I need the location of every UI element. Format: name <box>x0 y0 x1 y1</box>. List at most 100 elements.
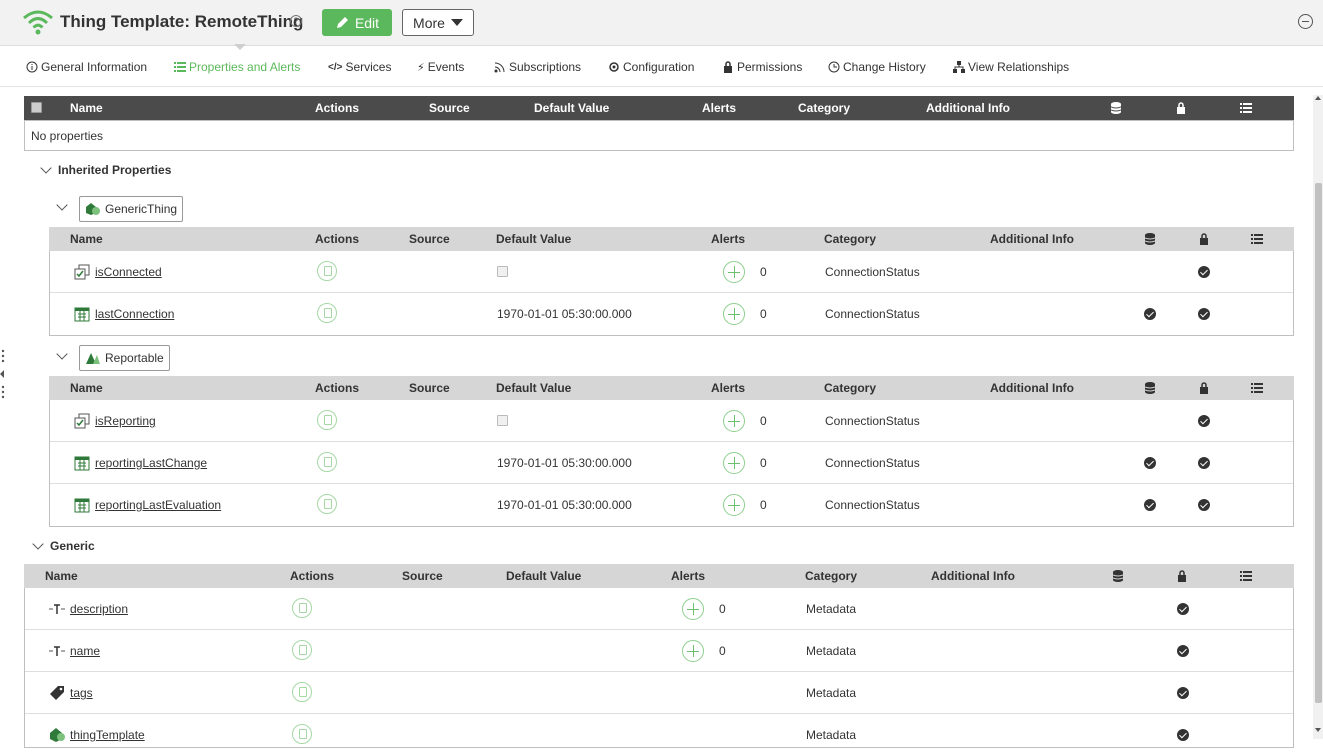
wifi-icon <box>23 10 53 35</box>
actions-icon[interactable] <box>292 682 312 702</box>
column-category[interactable]: Category <box>798 101 850 115</box>
property-link[interactable]: description <box>70 602 128 616</box>
add-alert-icon[interactable] <box>682 640 704 662</box>
property-link[interactable]: reportingLastEvaluation <box>95 498 221 512</box>
property-link[interactable]: name <box>70 644 100 658</box>
category-value: Metadata <box>806 728 857 742</box>
check-icon <box>1198 457 1210 469</box>
column-alerts: Alerts <box>702 101 737 115</box>
add-alert-icon[interactable] <box>723 303 745 325</box>
tab-general-information[interactable]: General Information <box>26 60 147 74</box>
clock-icon <box>828 61 840 73</box>
default-value-checkbox <box>497 415 508 426</box>
alert-count: 0 <box>760 414 767 428</box>
panel-collapse-handle[interactable] <box>0 348 6 400</box>
caret-down-icon <box>450 19 463 26</box>
table-row: description 0 Metadata <box>25 588 1293 630</box>
more-button-label: More <box>413 14 445 31</box>
tab-properties-and-alerts[interactable]: Properties and Alerts <box>174 60 300 74</box>
page-title: Thing Template: RemoteThing <box>60 12 304 31</box>
check-icon <box>1198 308 1210 320</box>
calendar-icon <box>74 498 90 513</box>
table-row: reportingLastChange 1970-01-01 05:30:00.… <box>50 442 1293 484</box>
list-icon <box>1251 383 1263 393</box>
boolean-icon <box>74 264 90 280</box>
list-icon <box>1251 234 1263 244</box>
check-icon <box>1177 729 1189 741</box>
table-row: name 0 Metadata <box>25 630 1293 672</box>
tab-view-relationships[interactable]: View Relationships <box>953 60 1069 74</box>
string-icon <box>49 604 65 614</box>
tab-services[interactable]: </> Services <box>328 60 391 74</box>
genericthing-table: isConnected 0 ConnectionStatus lastConne… <box>49 251 1294 336</box>
generic-section-toggle[interactable]: Generic <box>32 538 95 553</box>
database-icon <box>1113 570 1123 582</box>
group-genericthing-chip[interactable]: GenericThing <box>79 196 184 222</box>
tab-configuration[interactable]: Configuration <box>608 60 694 74</box>
more-button[interactable]: More <box>402 9 474 36</box>
check-icon <box>1177 645 1189 657</box>
chevron-down-icon[interactable] <box>56 348 68 360</box>
check-icon <box>1198 266 1210 278</box>
inherited-properties-toggle[interactable]: Inherited Properties <box>40 162 171 177</box>
category-value: Metadata <box>806 644 857 658</box>
property-link[interactable]: reportingLastChange <box>95 456 207 470</box>
add-alert-icon[interactable] <box>723 410 745 432</box>
property-link[interactable]: thingTemplate <box>70 728 145 742</box>
alert-count: 0 <box>760 456 767 470</box>
tab-subscriptions[interactable]: Subscriptions <box>494 60 581 74</box>
actions-icon[interactable] <box>317 452 337 472</box>
alert-count: 0 <box>760 265 767 279</box>
select-all-checkbox[interactable] <box>31 102 42 113</box>
actions-icon[interactable] <box>292 724 312 744</box>
table-row: reportingLastEvaluation 1970-01-01 05:30… <box>50 484 1293 526</box>
thingshape-icon <box>86 353 100 364</box>
actions-icon[interactable] <box>317 303 337 323</box>
actions-icon[interactable] <box>317 261 337 281</box>
chevron-down-icon[interactable] <box>56 199 68 211</box>
column-name[interactable]: Name <box>70 101 103 115</box>
inherited-table-header: Name Actions Source Default Value Alerts… <box>49 227 1294 251</box>
scroll-up-arrow-icon[interactable] <box>1315 96 1321 100</box>
actions-icon[interactable] <box>317 410 337 430</box>
actions-icon[interactable] <box>292 598 312 618</box>
add-alert-icon[interactable] <box>723 261 745 283</box>
inherited-table-header: Name Actions Source Default Value Alerts… <box>49 376 1294 400</box>
check-icon <box>1144 499 1156 511</box>
generic-section-title: Generic <box>50 539 95 553</box>
table-row: isConnected 0 ConnectionStatus <box>50 251 1293 293</box>
properties-table-body: No properties <box>24 120 1294 151</box>
actions-icon[interactable] <box>317 494 337 514</box>
property-link[interactable]: lastConnection <box>95 307 174 321</box>
list-icon <box>1240 103 1252 113</box>
hierarchy-icon <box>953 61 965 73</box>
category-value: ConnectionStatus <box>825 414 920 428</box>
add-alert-icon[interactable] <box>723 494 745 516</box>
help-icon[interactable]: ? <box>290 15 302 27</box>
property-link[interactable]: isConnected <box>95 265 162 279</box>
thingtemplate-icon <box>50 728 65 742</box>
property-link[interactable]: tags <box>70 686 93 700</box>
check-icon <box>1144 457 1156 469</box>
group-reportable-chip[interactable]: Reportable <box>79 345 170 371</box>
add-alert-icon[interactable] <box>682 598 704 620</box>
tab-events[interactable]: ⚡ Events <box>417 60 464 74</box>
alert-count: 0 <box>719 644 726 658</box>
scroll-down-arrow-icon[interactable] <box>1315 728 1321 732</box>
add-alert-icon[interactable] <box>723 452 745 474</box>
group-name: Reportable <box>105 351 164 365</box>
collapse-icon[interactable] <box>1298 14 1313 29</box>
alert-count: 0 <box>760 307 767 321</box>
edit-button[interactable]: Edit <box>322 9 392 36</box>
column-source[interactable]: Source <box>429 101 470 115</box>
calendar-icon <box>74 307 90 322</box>
column-default-value[interactable]: Default Value <box>534 101 609 115</box>
alert-count: 0 <box>760 498 767 512</box>
tab-permissions[interactable]: Permissions <box>722 60 802 74</box>
actions-icon[interactable] <box>292 640 312 660</box>
category-value: ConnectionStatus <box>825 456 920 470</box>
scrollbar-thumb[interactable] <box>1315 183 1322 703</box>
check-icon <box>1198 499 1210 511</box>
tab-change-history[interactable]: Change History <box>828 60 926 74</box>
property-link[interactable]: isReporting <box>95 414 156 428</box>
